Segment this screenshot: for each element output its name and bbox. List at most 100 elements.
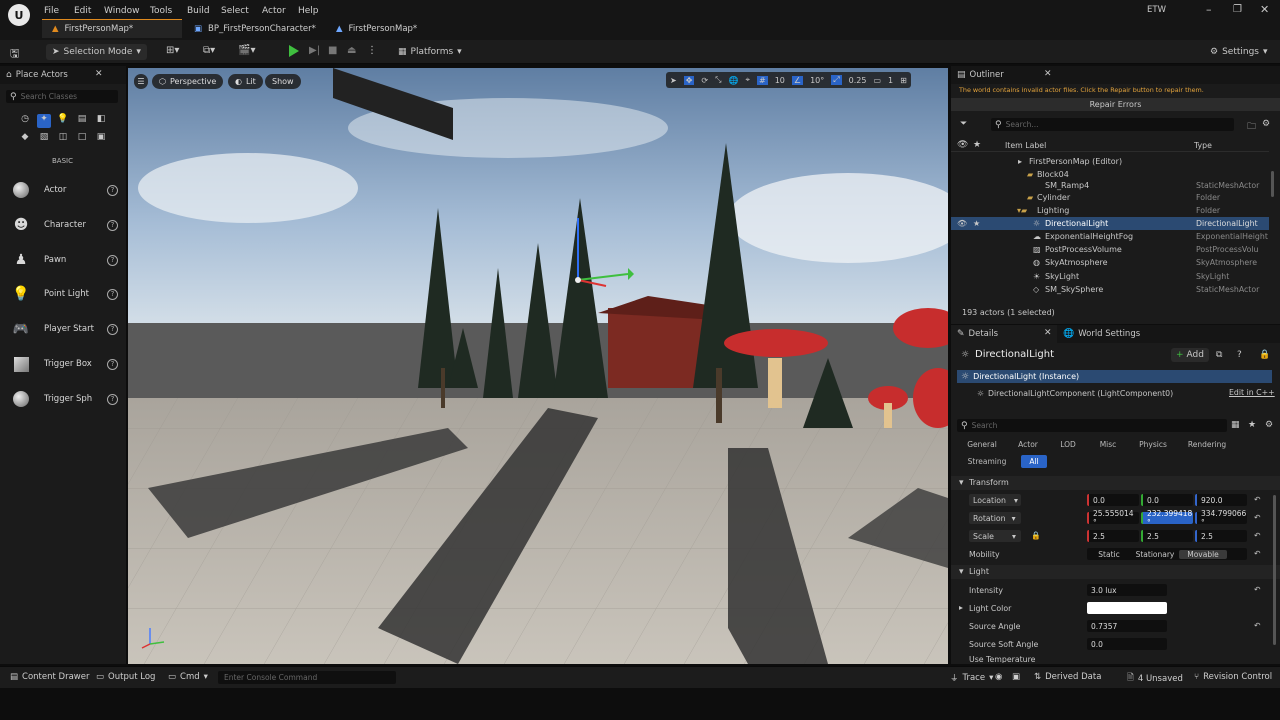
actor-item-point-light[interactable]: 💡 Point Light ? [8, 279, 120, 309]
eject-icon[interactable]: ⏏ [347, 45, 356, 56]
col-type[interactable]: Type [1194, 141, 1212, 150]
help-icon[interactable]: ? [107, 393, 118, 405]
scale-y-field[interactable]: 2.5 [1141, 530, 1193, 542]
outliner-row[interactable]: ▾▰ Lighting Folder [951, 204, 1269, 217]
perspective-button[interactable]: ⬡ Perspective [152, 74, 224, 89]
scale-x-field[interactable]: 2.5 [1087, 530, 1139, 542]
location-y-field[interactable]: 0.0 [1141, 494, 1193, 506]
repair-errors-button[interactable]: Repair Errors [951, 98, 1280, 111]
play-icon[interactable] [289, 45, 299, 57]
scale-z-field[interactable]: 2.5 [1195, 530, 1247, 542]
close-icon[interactable]: ✕ [1044, 69, 1052, 79]
category-lod[interactable]: LOD [1051, 438, 1085, 451]
unreal-logo-icon[interactable]: U [8, 4, 30, 26]
menu-window[interactable]: Window [104, 6, 140, 16]
menu-tools[interactable]: Tools [150, 6, 172, 16]
mobility-stationary[interactable]: Stationary [1131, 550, 1179, 559]
shapes-icon[interactable]: □ [75, 132, 89, 146]
rotation-y-field[interactable]: 232.399418 ° [1141, 509, 1193, 527]
component-instance-row[interactable]: ☼ DirectionalLight (Instance) [957, 370, 1272, 383]
outliner-row[interactable]: ◇ SM_SkySphere StaticMeshActor [951, 283, 1269, 296]
filter-icon[interactable]: ⏷ [960, 119, 967, 129]
category-misc[interactable]: Misc [1089, 438, 1127, 451]
category-rendering[interactable]: Rendering [1181, 438, 1233, 451]
record-icon[interactable]: ◉ [995, 672, 1002, 682]
rotation-dropdown[interactable]: Rotation ▾ [969, 512, 1021, 524]
actor-item-trigger-sphere[interactable]: Trigger Sph ? [8, 384, 120, 414]
details-scrollbar[interactable] [1273, 495, 1276, 645]
level-viewport[interactable]: ☰ ⬡ Perspective ◐ Lit Show ➤ ✥ ⟳ ⤡ 🌐 ⌖ #… [128, 68, 948, 664]
lock-icon[interactable]: 🔒 [1259, 350, 1270, 360]
world-space-icon[interactable]: 🌐 [729, 76, 739, 85]
location-z-field[interactable]: 920.0 [1195, 494, 1247, 506]
show-button[interactable]: Show [265, 74, 301, 89]
col-item-label[interactable]: Item Label [1005, 141, 1046, 150]
blueprint-icon[interactable]: ⧉ [1216, 350, 1222, 360]
grid-snap-icon[interactable]: # [757, 75, 768, 85]
camera-speed-icon[interactable]: ▭ [873, 76, 881, 85]
help-icon[interactable]: ? [107, 288, 118, 300]
help-icon[interactable]: ? [107, 323, 118, 335]
menu-actor[interactable]: Actor [262, 6, 286, 16]
grid-snap-value[interactable]: 10 [775, 76, 785, 85]
actor-item-character[interactable]: ☻ Character ? [8, 210, 120, 240]
help-icon[interactable]: ? [107, 254, 118, 266]
category-physics[interactable]: Physics [1131, 438, 1175, 451]
reset-icon[interactable]: ↶ [1254, 549, 1261, 558]
reset-icon[interactable]: ↶ [1254, 585, 1261, 594]
category-all[interactable]: All [1021, 455, 1047, 468]
play-options-icon[interactable]: ⋮ [367, 45, 377, 56]
lit-button[interactable]: ◐ Lit [228, 74, 263, 89]
trace-button[interactable]: ⏚ Trace ▾ [950, 672, 993, 684]
maximize-viewport-icon[interactable]: ⊞ [900, 76, 907, 85]
select-tool-icon[interactable]: ➤ [670, 76, 677, 85]
recent-icon[interactable]: ◷ [18, 114, 32, 128]
reset-icon[interactable]: ↶ [1254, 531, 1261, 540]
intensity-field[interactable]: 3.0 lux [1087, 584, 1167, 596]
outliner-row-selected[interactable]: 👁 ★ ☼ DirectionalLight DirectionalLight [951, 217, 1269, 230]
unsaved-button[interactable]: 🗎 4 Unsaved [1127, 672, 1183, 686]
scale-snap-value[interactable]: 0.25 [849, 76, 867, 85]
camera-speed-value[interactable]: 1 [888, 76, 893, 85]
rotation-x-field[interactable]: 25.555014 ° [1087, 509, 1139, 527]
screenshot-icon[interactable]: ▣ [1012, 672, 1020, 682]
revision-control-button[interactable]: ⑂ Revision Control [1194, 672, 1272, 682]
settings-button[interactable]: ⚙ Settings ▾ [1210, 44, 1268, 60]
surface-snap-icon[interactable]: ⌖ [745, 75, 750, 85]
outliner-row[interactable]: ◍ SkyAtmosphere SkyAtmosphere [951, 256, 1269, 269]
category-general[interactable]: General [961, 438, 1003, 451]
category-streaming[interactable]: Streaming [963, 455, 1011, 468]
outliner-row[interactable]: ▰ Cylinder Folder [951, 191, 1269, 204]
tab-bp-character[interactable]: ▣ BP_FirstPersonCharacter* [184, 19, 324, 38]
category-actor[interactable]: Actor [1007, 438, 1049, 451]
geometry-icon[interactable]: ◆ [18, 132, 32, 146]
actor-name[interactable]: DirectionalLight [975, 349, 1054, 360]
location-x-field[interactable]: 0.0 [1087, 494, 1139, 506]
tab-firstpersonmap[interactable]: ▲ FirstPersonMap* [42, 19, 182, 38]
cmd-dropdown[interactable]: ▭ Cmd ▾ [168, 672, 208, 682]
close-icon[interactable]: ✕ [95, 69, 103, 79]
add-folder-icon[interactable]: 🗀 [1247, 119, 1256, 135]
sequence-icon[interactable]: 🎬▾ [238, 45, 255, 56]
step-icon[interactable]: ▶| [309, 45, 320, 56]
menu-select[interactable]: Select [221, 6, 249, 16]
close-icon[interactable]: ✕ [1044, 328, 1052, 338]
outliner-row[interactable]: ▨ PostProcessVolume PostProcessVolu [951, 243, 1269, 256]
actor-item-trigger-box[interactable]: Trigger Box ? [8, 349, 120, 379]
help-icon[interactable]: ? [107, 358, 118, 370]
cinematic-icon[interactable]: ▤ [75, 114, 89, 128]
transform-section-header[interactable]: ▾ Transform [951, 476, 1280, 490]
gear-icon[interactable]: ⚙ [1265, 420, 1273, 430]
save-icon[interactable]: 🖫 [10, 45, 19, 64]
help-icon[interactable]: ? [1237, 350, 1242, 360]
rotation-z-field[interactable]: 334.799066 ° [1195, 509, 1247, 527]
menu-edit[interactable]: Edit [74, 6, 91, 16]
source-soft-angle-field[interactable]: 0.0 [1087, 638, 1167, 650]
help-icon[interactable]: ? [107, 184, 118, 196]
console-command-input[interactable]: Enter Console Command [218, 671, 396, 684]
chevron-right-icon[interactable]: ▸ [959, 603, 963, 612]
selection-mode-dropdown[interactable]: ➤ Selection Mode ▾ [46, 44, 147, 60]
property-matrix-icon[interactable]: ▦ [1231, 420, 1240, 430]
actor-item-actor[interactable]: Actor ? [8, 175, 120, 205]
actor-item-pawn[interactable]: ♟ Pawn ? [8, 245, 120, 275]
